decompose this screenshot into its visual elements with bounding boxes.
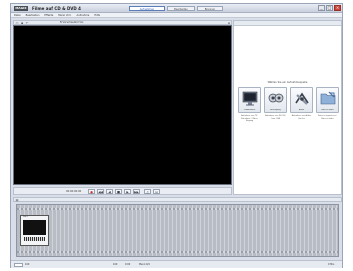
audio-icon <box>295 92 309 105</box>
audio-button[interactable]: ♫ <box>144 189 151 194</box>
audio-recording-desc: Aufnahme von Audio-Quellen <box>291 115 312 120</box>
tab-edit[interactable]: Bearbeiten <box>167 6 195 11</box>
clip-title: Film 1 <box>23 216 29 218</box>
load-files-desc: Dateien importieren / Dateien laden <box>317 115 338 120</box>
app-title: Filme auf CD & DVD 4 <box>32 6 81 11</box>
title-bar: MAGIX Filme auf CD & DVD 4 Aufnehmen Bea… <box>11 4 342 13</box>
rewind-button[interactable]: ◀◀ <box>97 189 104 194</box>
transport-bar: 00:00:00:00 ● ◀◀ ◀ ■ ▶ ▶▶ ♫ ⊡ <box>13 187 232 195</box>
minimize-button[interactable]: _ <box>318 5 325 11</box>
status-center-c: Menü 0/4 <box>139 263 150 266</box>
snapshot-button[interactable]: ⊡ <box>153 189 160 194</box>
load-files-button[interactable]: Dateien laden <box>316 87 339 113</box>
status-bar: 100 100 0:00 Menü 0/4 0 Min. <box>11 260 342 268</box>
clip-waveform <box>24 237 45 241</box>
fast-forward-button[interactable]: ▶▶ <box>133 189 140 194</box>
tv-recording-desc: Aufnahme von TV, Videokarte / Video-Eing… <box>240 115 259 123</box>
app-window: MAGIX Filme auf CD & DVD 4 Aufnehmen Bea… <box>10 3 343 268</box>
storyboard-view-icon[interactable]: ▤ <box>15 198 19 202</box>
menu-help[interactable]: Hilfe <box>94 14 100 17</box>
menu-edit[interactable]: Bearbeiten <box>26 14 40 17</box>
tv-recording-caption: TV-Aufnahme <box>243 109 256 111</box>
stop-button[interactable]: ■ <box>115 189 122 194</box>
maximize-button[interactable]: □ <box>326 5 333 11</box>
menu-panel-toolbar <box>234 21 341 26</box>
status-right: 0 Min. <box>328 263 335 266</box>
status-center-a: 100 <box>113 263 118 266</box>
menu-record[interactable]: Aufnahme <box>76 14 89 17</box>
storyboard[interactable]: Film 1 <box>16 204 339 257</box>
av-input-desc: Aufnahme von DV, DV-Cam, USB <box>265 115 286 120</box>
folder-icon <box>320 91 336 105</box>
menu-templates[interactable]: Menü Vorl. <box>58 14 71 17</box>
menu-file[interactable]: Datei <box>14 14 21 17</box>
video-preview <box>13 25 232 185</box>
av-input-button[interactable]: AV-Eingang <box>264 87 287 113</box>
clip-thumbnail <box>23 220 46 235</box>
menu-bar: Datei Bearbeiten Effekte Menü Vorl. Aufn… <box>11 13 342 18</box>
play-button[interactable]: ▶ <box>124 189 131 194</box>
camera-icon <box>268 93 284 103</box>
film-perforation-top <box>17 208 338 210</box>
close-button[interactable]: × <box>334 5 341 11</box>
tab-burn[interactable]: Brennen <box>197 6 223 11</box>
status-left: 100 <box>25 263 30 266</box>
record-button[interactable]: ● <box>88 189 95 194</box>
audio-recording-caption: Audio <box>298 109 305 111</box>
source-heading: Wählen Sie ein Aufnahmequelle <box>267 81 308 84</box>
app-logo: MAGIX <box>14 6 28 11</box>
film-perforation-bottom <box>17 251 338 253</box>
storyboard-toolbar: ▤ <box>13 197 342 202</box>
step-back-button[interactable]: ◀ <box>106 189 113 194</box>
status-center-b: 0:00 <box>125 263 131 266</box>
tv-icon <box>242 91 258 106</box>
tv-recording-button[interactable]: TV-Aufnahme <box>238 87 261 113</box>
av-input-caption: AV-Eingang <box>270 109 281 111</box>
load-files-caption: Dateien laden <box>321 109 334 111</box>
audio-recording-button[interactable]: Audio <box>290 87 313 113</box>
tab-record[interactable]: Aufnehmen <box>129 6 165 11</box>
timecode-display: 00:00:00:00 <box>66 190 82 193</box>
storyboard-clip[interactable]: Film 1 <box>20 215 49 246</box>
source-menu-panel: Wählen Sie ein Aufnahmequelle TV-Aufnahm… <box>233 20 342 195</box>
menu-effects[interactable]: Effekte <box>44 14 53 17</box>
zoom-box[interactable] <box>14 263 23 267</box>
